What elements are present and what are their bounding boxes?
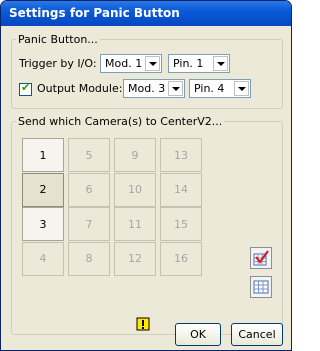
trigger-module-select[interactable]: Mod. 1 bbox=[100, 54, 162, 73]
output-pin-value: Pin. 4 bbox=[194, 82, 225, 95]
cancel-label: Cancel bbox=[238, 328, 276, 341]
output-pin-select[interactable]: Pin. 4 bbox=[189, 79, 251, 98]
warning-icon bbox=[136, 317, 150, 331]
camera-cell-1[interactable]: 1 bbox=[22, 138, 64, 172]
camera-cell-5[interactable]: 5 bbox=[68, 138, 110, 172]
trigger-label: Trigger by I/O: bbox=[19, 57, 97, 70]
output-module-checkbox[interactable]: ✔ bbox=[19, 81, 32, 96]
output-module-label: Output Module: bbox=[37, 82, 123, 95]
grid-icon bbox=[253, 280, 269, 294]
checkmark-icon: ✔ bbox=[21, 81, 31, 94]
clear-all-button[interactable] bbox=[250, 276, 272, 298]
select-all-button[interactable] bbox=[250, 247, 272, 269]
camera-cell-6[interactable]: 6 bbox=[68, 172, 110, 207]
camera-cell-9[interactable]: 9 bbox=[114, 138, 156, 172]
camera-group-legend: Send which Camera(s) to CenterV2... bbox=[18, 115, 223, 128]
checked-grid-icon bbox=[253, 250, 269, 266]
camera-cell-15[interactable]: 15 bbox=[160, 207, 202, 241]
chevron-down-icon[interactable] bbox=[145, 56, 160, 71]
camera-cell-16[interactable]: 16 bbox=[160, 241, 202, 276]
camera-cell-11[interactable]: 11 bbox=[114, 207, 156, 241]
cancel-button[interactable]: Cancel bbox=[231, 323, 283, 346]
trigger-pin-value: Pin. 1 bbox=[173, 57, 204, 70]
camera-cell-12[interactable]: 12 bbox=[114, 241, 156, 276]
trigger-pin-select[interactable]: Pin. 1 bbox=[168, 54, 230, 73]
ok-label: OK bbox=[190, 328, 206, 341]
window-title: Settings for Panic Button bbox=[9, 6, 180, 20]
camera-cell-3[interactable]: 3 bbox=[22, 207, 64, 241]
panic-group-legend: Panic Button... bbox=[18, 33, 98, 46]
chevron-down-icon[interactable] bbox=[234, 81, 249, 96]
camera-cell-10[interactable]: 10 bbox=[114, 172, 156, 207]
dialog-client: Panic Button... Trigger by I/O: Mod. 1 P… bbox=[5, 26, 287, 346]
camera-cell-2[interactable]: 2 bbox=[22, 172, 64, 207]
chevron-down-icon[interactable] bbox=[213, 56, 228, 71]
output-module-value: Mod. 3 bbox=[128, 82, 166, 95]
camera-cell-7[interactable]: 7 bbox=[68, 207, 110, 241]
output-module-select[interactable]: Mod. 3 bbox=[123, 79, 185, 98]
chevron-down-icon[interactable] bbox=[168, 81, 183, 96]
dialog-window: Settings for Panic Button Panic Button..… bbox=[0, 0, 292, 351]
camera-cell-8[interactable]: 8 bbox=[68, 241, 110, 276]
camera-cell-13[interactable]: 13 bbox=[160, 138, 202, 172]
camera-cell-14[interactable]: 14 bbox=[160, 172, 202, 207]
title-bar[interactable]: Settings for Panic Button bbox=[1, 1, 291, 26]
ok-button[interactable]: OK bbox=[175, 323, 221, 346]
camera-cell-4[interactable]: 4 bbox=[22, 241, 64, 276]
trigger-module-value: Mod. 1 bbox=[105, 57, 143, 70]
